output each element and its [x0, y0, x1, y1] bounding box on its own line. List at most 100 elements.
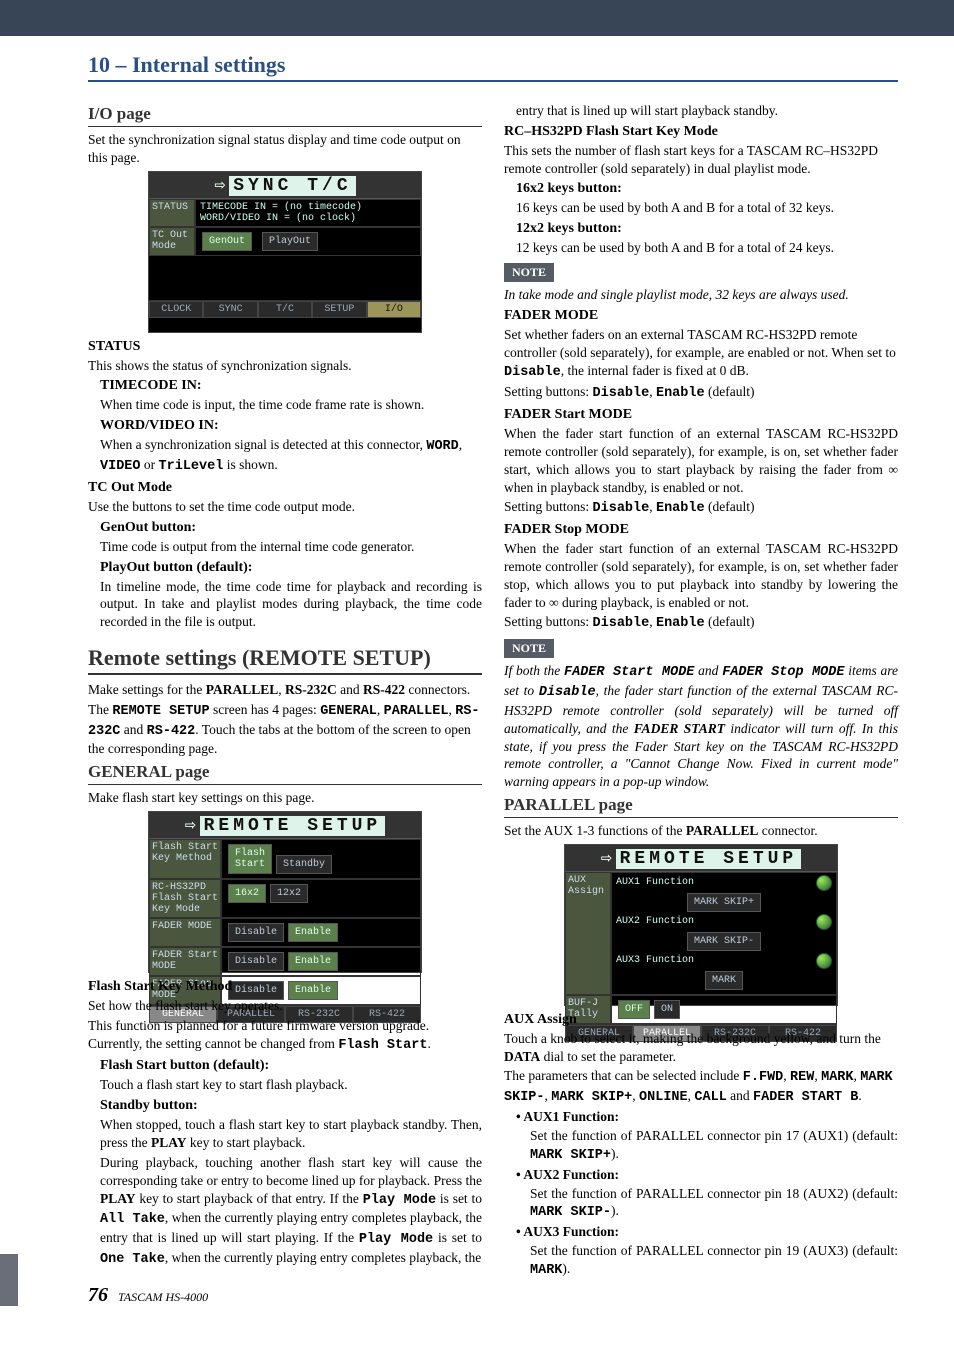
page-footer: 76 TASCAM HS-4000 [88, 1284, 898, 1307]
opt-a[interactable]: Disable [228, 923, 284, 942]
fader-mode-heading: FADER MODE [504, 308, 898, 324]
thumb-index-mark [0, 1254, 18, 1306]
aux-assign-label: AUX Assign [565, 872, 611, 995]
aux1-heading: AUX1 Function: [516, 1109, 898, 1125]
status-heading: STATUS [88, 339, 482, 355]
remote-setup-heading: Remote settings (REMOTE SETUP) [88, 645, 482, 675]
opt-a[interactable]: Disable [228, 952, 284, 971]
off-button[interactable]: OFF [618, 1000, 650, 1019]
remote-setup-parallel-screenshot: ⇨REMOTE SETUP AUX Assign AUX1 Function M… [564, 844, 838, 1006]
genout-heading: GenOut button: [100, 520, 482, 536]
aux-assign-p1: Touch a knob to select it, making the ba… [504, 1030, 898, 1066]
aux2-label: AUX2 Function [616, 916, 694, 927]
row-label: FADER Start MODE [149, 947, 221, 976]
note-text: In take mode and single playlist mode, 3… [504, 286, 898, 304]
aux3-label: AUX3 Function [616, 955, 694, 966]
on-button[interactable]: ON [654, 1000, 680, 1019]
tcmode-label: TC Out Mode [149, 227, 195, 256]
opt-a[interactable]: Flash Start [228, 844, 272, 874]
fader-stop-desc: When the fader start function of an exte… [504, 540, 898, 611]
tab-bar: CLOCK SYNC T/C SETUP I/O [149, 300, 421, 318]
aux2-value[interactable]: MARK SKIP- [687, 932, 761, 951]
wv-in-desc: When a synchronization signal is detecte… [100, 436, 482, 476]
parallel-page-heading: PARALLEL page [504, 795, 898, 818]
rc-fs-heading: RC–HS32PD Flash Start Key Mode [504, 124, 898, 140]
aux3-knob[interactable] [816, 953, 832, 969]
fs-method-p2: This function is planned for a future fi… [88, 1017, 482, 1055]
tab-clock[interactable]: CLOCK [149, 301, 203, 318]
playout-desc: In timeline mode, the time code time for… [100, 578, 482, 631]
aux1-knob[interactable] [816, 875, 832, 891]
io-page-desc: Set the synchronization signal status di… [88, 131, 482, 167]
continuation-line: entry that is lined up will start playba… [516, 102, 898, 120]
opt-b[interactable]: 12x2 [270, 884, 308, 903]
general-page-desc: Make flash start key settings on this pa… [88, 789, 482, 807]
k12-heading: 12x2 keys button: [516, 221, 898, 237]
note-label: NOTE [504, 639, 554, 658]
fader-start-desc: When the fader start function of an exte… [504, 425, 898, 496]
tc-line: TIMECODE IN = (no timecode) [200, 202, 416, 213]
fader-mode-desc: Set whether faders on an external TASCAM… [504, 326, 898, 381]
status-label: STATUS [149, 199, 195, 227]
two-column-layout: I/O page Set the synchronization signal … [88, 100, 898, 1282]
genout-button[interactable]: GenOut [202, 232, 252, 251]
setting-buttons-line: Setting buttons: Disable, Enable (defaul… [504, 383, 898, 403]
row-label: Flash Start Key Method [149, 839, 221, 879]
fs-btn-desc: Touch a flash start key to start flash p… [100, 1076, 482, 1094]
remote-setup-p2: The REMOTE SETUP screen has 4 pages: GEN… [88, 701, 482, 758]
standby-btn-heading: Standby button: [100, 1098, 482, 1114]
aux2-heading: AUX2 Function: [516, 1167, 898, 1183]
aux1-value[interactable]: MARK SKIP+ [687, 893, 761, 912]
sync-tc-screenshot: ⇨SYNC T/C STATUS TIMECODE IN = (no timec… [148, 171, 422, 333]
aux2-desc: Set the function of PARALLEL connector p… [530, 1185, 898, 1223]
screen-title: ⇨REMOTE SETUP [565, 845, 837, 872]
opt-b[interactable]: Enable [288, 981, 338, 1000]
k12-desc: 12 keys can be used by both A and B for … [516, 239, 898, 257]
playout-button[interactable]: PlayOut [262, 232, 318, 251]
remote-setup-p1: Make settings for the PARALLEL, RS-232C … [88, 681, 482, 699]
io-page-heading: I/O page [88, 104, 482, 127]
page-number: 76 [88, 1284, 108, 1307]
aux1-desc: Set the function of PARALLEL connector p… [530, 1127, 898, 1165]
opt-b[interactable]: Enable [288, 952, 338, 971]
aux3-desc: Set the function of PARALLEL connector p… [530, 1242, 898, 1280]
tc-in-heading: TIMECODE IN: [100, 378, 482, 394]
playout-heading: PlayOut button (default): [100, 560, 482, 576]
status-desc: This shows the status of synchronization… [88, 357, 482, 375]
model-name: TASCAM HS-4000 [118, 1290, 208, 1305]
opt-b[interactable]: Enable [288, 923, 338, 942]
wv-line: WORD/VIDEO IN = (no clock) [200, 213, 416, 224]
row-label: FADER MODE [149, 918, 221, 947]
tc-out-desc: Use the buttons to set the time code out… [88, 498, 482, 516]
general-page-heading: GENERAL page [88, 762, 482, 785]
aux2-knob[interactable] [816, 914, 832, 930]
fader-start-heading: FADER Start MODE [504, 407, 898, 423]
genout-desc: Time code is output from the internal ti… [100, 538, 482, 556]
chapter-title: 10 – Internal settings [88, 52, 898, 82]
tab-setup[interactable]: SETUP [312, 301, 366, 318]
tab-io[interactable]: I/O [367, 301, 421, 318]
screen-title: ⇨REMOTE SETUP [149, 812, 421, 839]
remote-setup-general-screenshot: ⇨REMOTE SETUP Flash Start Key MethodFlas… [148, 811, 422, 973]
note2-text: If both the FADER Start MODE and FADER S… [504, 662, 898, 791]
row-label: RC-HS32PD Flash Start Key Mode [149, 879, 221, 918]
tc-in-desc: When time code is input, the time code f… [100, 396, 482, 414]
opt-a[interactable]: 16x2 [228, 884, 266, 903]
tc-out-heading: TC Out Mode [88, 480, 482, 496]
tab-sync[interactable]: SYNC [203, 301, 257, 318]
page-body: 10 – Internal settings I/O page Set the … [0, 36, 954, 1317]
standby-p2: During playback, touching another flash … [100, 1154, 482, 1269]
header-bar [0, 0, 954, 36]
aux3-value[interactable]: MARK [705, 971, 743, 990]
wv-in-heading: WORD/VIDEO IN: [100, 418, 482, 434]
opt-b[interactable]: Standby [276, 855, 332, 874]
aux1-label: AUX1 Function [616, 877, 694, 888]
col-left: I/O page Set the synchronization signal … [88, 100, 482, 1282]
setting-buttons-line-2: Setting buttons: Disable, Enable (defaul… [504, 498, 898, 518]
note-label: NOTE [504, 263, 554, 282]
parallel-page-desc: Set the AUX 1-3 functions of the PARALLE… [504, 822, 898, 840]
fs-btn-heading: Flash Start button (default): [100, 1058, 482, 1074]
setting-buttons-line-3: Setting buttons: Disable, Enable (defaul… [504, 613, 898, 633]
tab-tc[interactable]: T/C [258, 301, 312, 318]
k16-heading: 16x2 keys button: [516, 181, 898, 197]
